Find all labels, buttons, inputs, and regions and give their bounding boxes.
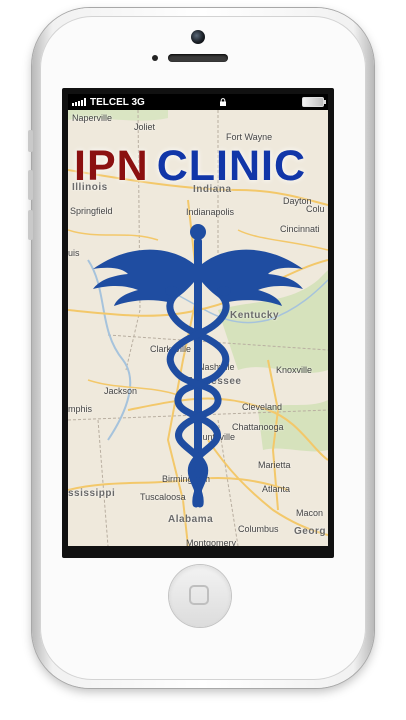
app-title: IPN CLINIC (74, 142, 324, 190)
home-button[interactable] (169, 565, 231, 627)
silent-switch[interactable] (28, 130, 33, 152)
proximity-sensor (152, 55, 158, 61)
app-screen[interactable]: TELCEL 3G Naperville Joliet Fort Wayne I… (68, 94, 328, 546)
title-clinic: CLINIC (156, 142, 307, 190)
volume-down-button[interactable] (28, 210, 33, 240)
title-ipn: IPN (74, 142, 149, 190)
home-square-icon (189, 585, 209, 605)
volume-up-button[interactable] (28, 170, 33, 200)
front-camera-icon (191, 30, 205, 44)
earpiece-speaker (168, 54, 228, 62)
